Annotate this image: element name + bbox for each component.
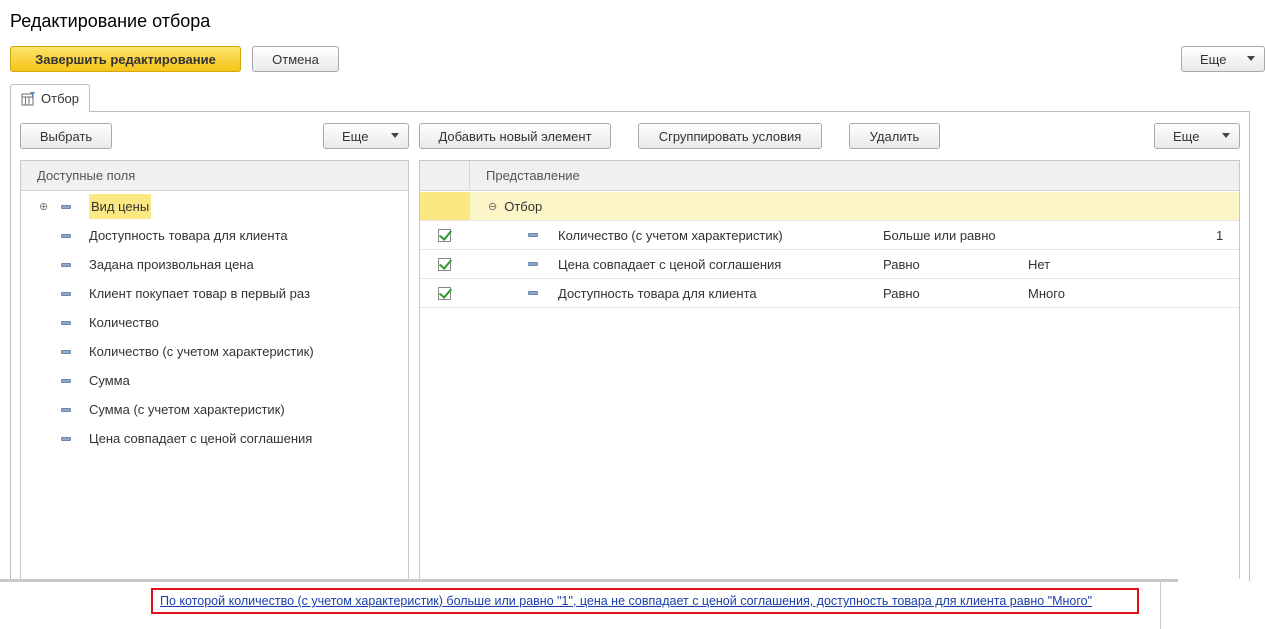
checkbox-checked-icon[interactable] [438,286,451,300]
select-button[interactable]: Выбрать [20,123,112,149]
tab-filter[interactable]: Отбор [10,84,90,112]
condition-cell: Больше или равно [883,227,996,243]
list-item[interactable]: Количество (с учетом характеристик) [61,337,314,366]
checkbox-column-header [420,160,470,191]
field-icon [528,262,538,266]
field-icon [61,349,71,354]
group-label: Отбор [504,198,543,214]
more-button-label: Еще [1200,51,1227,67]
field-cell: Цена совпадает с ценой соглашения [558,256,782,272]
row-checkbox[interactable] [438,279,451,307]
tab-filter-label: Отбор [41,91,79,106]
list-item[interactable]: Сумма [61,366,130,395]
available-fields-header-label: Доступные поля [37,168,136,183]
group-cell: ⊖ Отбор [488,192,542,220]
field-label: Количество (с учетом характеристик) [89,344,314,359]
field-icon [61,436,71,441]
available-fields-header: Доступные поля [21,161,408,191]
condition-cell: Равно [883,285,920,301]
field-label: Доступность товара для клиента [89,228,288,243]
field-label: Клиент покупает товар в первый раз [89,286,310,301]
left-more-button-label: Еще [342,128,369,144]
value-cell: Много [1028,285,1065,301]
available-fields-panel[interactable]: Доступные поля ⊕ Вид цены Доступность то… [20,160,409,579]
table-row[interactable]: ⊖ Отбор [420,192,1239,221]
filter-table-icon [21,91,35,106]
collapse-minus-icon[interactable]: ⊖ [488,200,497,213]
filter-summary-box: По которой количество (с учетом характер… [151,588,1139,614]
finish-editing-button[interactable]: Завершить редактирование [10,46,241,72]
value-right-cell: 1 [1216,227,1224,243]
list-item[interactable]: ⊕ Вид цены [39,192,152,221]
list-item[interactable]: Клиент покупает товар в первый раз [61,279,310,308]
field-icon [61,378,71,383]
field-icon [61,407,71,412]
chevron-down-icon [391,133,399,138]
table-row[interactable]: Цена совпадает с ценой соглашения Равно … [420,250,1239,279]
bottom-divider-line [1160,582,1161,629]
checkbox-checked-icon[interactable] [438,228,451,242]
splitter[interactable] [0,579,1178,582]
delete-button[interactable]: Удалить [849,123,940,149]
field-label: Сумма [89,373,130,388]
checkbox-checked-icon[interactable] [438,257,451,271]
right-more-button[interactable]: Еще [1154,123,1240,149]
field-icon-cell [528,279,538,307]
field-icon-cell [528,250,538,278]
filter-conditions-header: Представление [420,160,1239,191]
chevron-down-icon [1247,56,1255,61]
cancel-button[interactable]: Отмена [252,46,339,72]
presentation-header-label: Представление [486,168,580,183]
list-item[interactable]: Доступность товара для клиента [61,221,288,250]
group-conditions-button[interactable]: Сгруппировать условия [638,123,822,149]
field-label: Сумма (с учетом характеристик) [89,402,285,417]
field-icon [61,262,71,267]
list-item[interactable]: Задана произвольная цена [61,250,254,279]
right-more-button-label: Еще [1173,128,1200,144]
row-checkbox[interactable] [438,221,451,249]
field-label: Задана произвольная цена [89,257,254,272]
field-label: Количество [89,315,159,330]
field-icon [528,233,538,237]
page-title: Редактирование отбора [10,11,211,31]
list-item[interactable]: Количество [61,308,159,337]
chevron-down-icon [1222,133,1230,138]
field-icon [61,204,71,209]
filter-conditions-panel[interactable]: Представление ⊖ Отбор Количество (с учет… [419,160,1240,579]
value-cell: Нет [1028,256,1051,272]
field-icon [61,233,71,238]
field-cell: Количество (с учетом характеристик) [558,227,783,243]
field-icon [61,291,71,296]
left-more-button[interactable]: Еще [323,123,409,149]
list-item[interactable]: Цена совпадает с ценой соглашения [61,424,312,453]
row-checkbox[interactable] [438,250,451,278]
expand-plus-icon[interactable]: ⊕ [39,200,49,213]
condition-cell: Равно [883,256,920,272]
field-icon [528,291,538,295]
add-element-button[interactable]: Добавить новый элемент [419,123,611,149]
field-label: Вид цены [89,194,152,219]
more-button[interactable]: Еще [1181,46,1265,72]
field-icon-cell [528,221,538,249]
table-row[interactable]: Доступность товара для клиента Равно Мно… [420,279,1239,308]
field-cell: Доступность товара для клиента [558,285,757,301]
list-item[interactable]: Сумма (с учетом характеристик) [61,395,285,424]
table-row[interactable]: Количество (с учетом характеристик) Боль… [420,221,1239,250]
checkbox-cell [420,192,470,220]
filter-summary-link[interactable]: По которой количество (с учетом характер… [160,594,1092,608]
field-label: Цена совпадает с ценой соглашения [89,431,313,446]
field-icon [61,320,71,325]
